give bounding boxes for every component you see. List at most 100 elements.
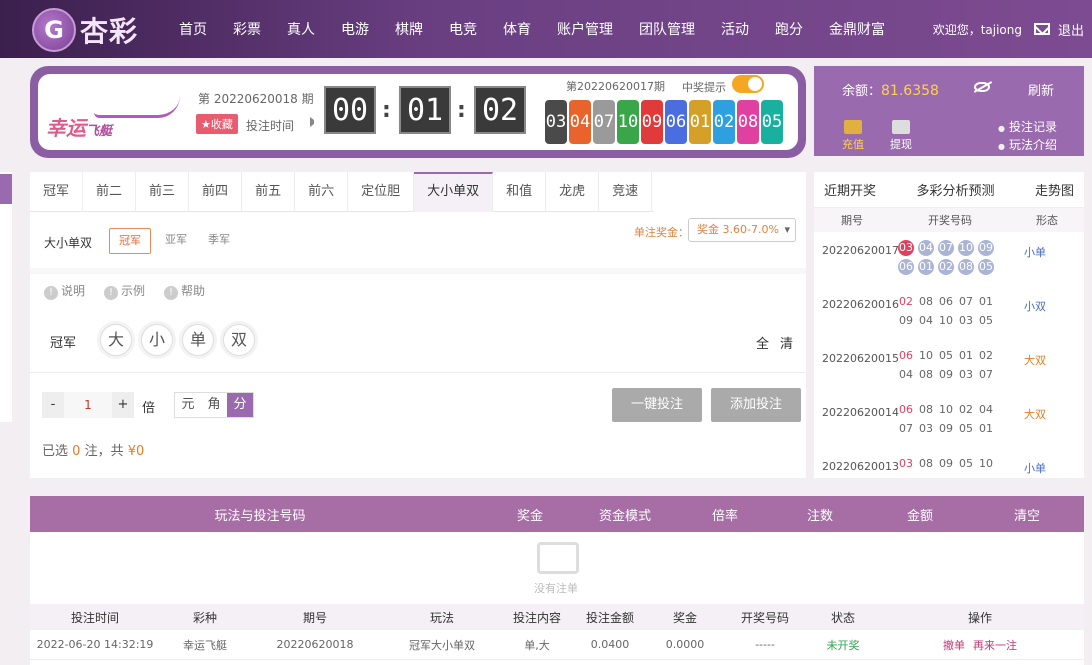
play-tab[interactable]: 前六: [295, 172, 349, 212]
recent-number: 05: [959, 457, 973, 470]
recent-issue: 20220620013: [822, 460, 899, 473]
recent-rows: 20220620017 03 04 07 10 09 06 01 02 08 05 小单 2022062…: [814, 232, 1084, 478]
recent-number: 05: [959, 422, 973, 435]
history-col: 状态: [830, 610, 855, 625]
bet-list-col: 奖金: [516, 508, 543, 524]
draw-ball: 10: [617, 100, 639, 144]
nav-item[interactable]: 彩票: [220, 19, 274, 39]
refresh-button[interactable]: 刷新: [1028, 80, 1054, 99]
draw-ball: 01: [689, 100, 711, 144]
prize-select[interactable]: 奖金 3.60-7.0%: [688, 218, 796, 242]
left-side-tab[interactable]: [0, 172, 12, 422]
nav-item[interactable]: 团队管理: [626, 19, 708, 39]
sub-play-label: 大小单双: [44, 236, 93, 250]
history-col: 期号: [302, 610, 327, 625]
info-help-link[interactable]: 帮助: [164, 282, 205, 300]
nav-item[interactable]: 金鼎财富: [816, 19, 898, 39]
play-tab[interactable]: 前四: [189, 172, 243, 212]
tab-trend[interactable]: 走势图: [1035, 180, 1074, 199]
hide-balance-icon[interactable]: [974, 82, 990, 92]
draw-ball: 06: [665, 100, 687, 144]
history-header: 投注时间 彩种 期号 玩法 投注内容 投注金额 奖金 开奖号码 状态 操作: [30, 604, 1084, 630]
win-hint-label: 中奖提示: [682, 81, 726, 94]
nav-item[interactable]: 首页: [166, 19, 220, 39]
one-click-bet-button[interactable]: 一键投注: [612, 388, 702, 422]
play-tab[interactable]: 前二: [83, 172, 137, 212]
table-row: 2022-06-20 14:32:19 幸运飞艇 20220620018 冠军大小单双…: [30, 630, 1084, 660]
recent-number: 02: [938, 259, 954, 275]
draw-ball: 05: [761, 100, 783, 144]
nav-item[interactable]: 账户管理: [544, 19, 626, 39]
nav-item[interactable]: 跑分: [762, 19, 816, 39]
bet-again-link[interactable]: 再来一注: [973, 639, 1017, 652]
mail-icon[interactable]: [1033, 23, 1050, 35]
countdown-separator: :: [382, 98, 391, 123]
nav-item[interactable]: 电竞: [436, 19, 490, 39]
favorite-button[interactable]: ★收藏: [196, 114, 238, 134]
recent-number: 06: [939, 295, 953, 308]
col-numbers: 开奖号码: [928, 214, 972, 227]
play-tab[interactable]: 大小单双: [414, 172, 494, 212]
multiple-plus-button[interactable]: +: [112, 392, 134, 418]
bet-list-col: 注数: [806, 508, 833, 524]
bet-record-link[interactable]: 投注记录: [998, 118, 1057, 135]
recent-number: 10: [958, 240, 974, 256]
logo[interactable]: G 杏彩: [32, 8, 138, 52]
nav-item[interactable]: 活动: [708, 19, 762, 39]
pick-even-button[interactable]: 双: [223, 324, 255, 356]
unit-fen[interactable]: 分: [227, 393, 253, 417]
pick-small-button[interactable]: 小: [141, 324, 173, 356]
sub-option-champion[interactable]: 冠军: [109, 228, 151, 254]
multiple-input[interactable]: 1: [64, 392, 112, 418]
user-box: 欢迎您，tajiong 退出: [933, 0, 1084, 58]
balance: 余额：81.6358: [842, 83, 939, 99]
sub-option-third[interactable]: 季军: [199, 228, 239, 254]
greeting: 欢迎您，tajiong: [932, 22, 1022, 37]
tab-analysis[interactable]: 多彩分析预测: [916, 180, 994, 199]
history-cell-play: 冠军大小单双: [409, 638, 475, 652]
multiple-minus-button[interactable]: -: [42, 392, 64, 418]
play-tab[interactable]: 竞速: [599, 172, 653, 212]
logout-link[interactable]: 退出: [1058, 20, 1084, 39]
logo-badge: G: [32, 8, 76, 52]
col-form: 形态: [1036, 214, 1058, 227]
play-tab[interactable]: 前三: [136, 172, 190, 212]
col-issue: 期号: [841, 214, 863, 227]
nav-item[interactable]: 体育: [490, 19, 544, 39]
tab-recent-draws[interactable]: 近期开奖: [824, 180, 876, 199]
bet-list-col[interactable]: 清空: [970, 505, 1084, 524]
play-tab[interactable]: 定位胆: [348, 172, 415, 212]
bet-time-label: 投注时间: [246, 119, 295, 133]
add-bet-button[interactable]: 添加投注: [711, 388, 801, 422]
info-explain-link[interactable]: 说明: [44, 282, 85, 300]
history-col: 奖金: [672, 610, 697, 625]
countdown-minutes: 01: [399, 86, 451, 134]
select-all-button[interactable]: 全: [756, 333, 769, 352]
nav-item[interactable]: 真人: [274, 19, 328, 39]
play-tab[interactable]: 冠军: [30, 172, 84, 212]
info-example-link[interactable]: 示例: [104, 282, 145, 300]
top-bar: G 杏彩 首页 彩票 真人 电游 棋牌 电竞 体育 账户管理 团队管理 活动 跑分 金鼎财富 欢迎您，…: [0, 0, 1092, 58]
recent-number: 05: [979, 314, 993, 327]
nav-item[interactable]: 棋牌: [382, 19, 436, 39]
sound-icon[interactable]: [310, 117, 320, 127]
sub-option-second[interactable]: 亚军: [156, 228, 196, 254]
unit-yuan[interactable]: 元: [175, 393, 201, 417]
cancel-bet-link[interactable]: 撤单: [943, 639, 965, 652]
recharge-icon: [844, 120, 862, 134]
play-tab[interactable]: 前五: [242, 172, 296, 212]
unit-jiao[interactable]: 角: [201, 393, 227, 417]
nav-item[interactable]: 电游: [328, 19, 382, 39]
play-intro-link[interactable]: 玩法介绍: [998, 136, 1057, 153]
play-tab[interactable]: 和值: [493, 172, 547, 212]
recent-numbers: 02 08 06 07 01 09 04 10 03 05: [898, 294, 998, 329]
recharge-button[interactable]: 充值: [838, 120, 868, 152]
history-col: 投注时间: [70, 610, 119, 625]
recent-number: 09: [939, 368, 953, 381]
play-tab[interactable]: 龙虎: [546, 172, 600, 212]
clear-button[interactable]: 清: [780, 333, 793, 352]
win-hint-toggle[interactable]: [732, 75, 764, 93]
pick-big-button[interactable]: 大: [100, 324, 132, 356]
pick-odd-button[interactable]: 单: [182, 324, 214, 356]
withdraw-button[interactable]: 提现: [886, 120, 916, 152]
